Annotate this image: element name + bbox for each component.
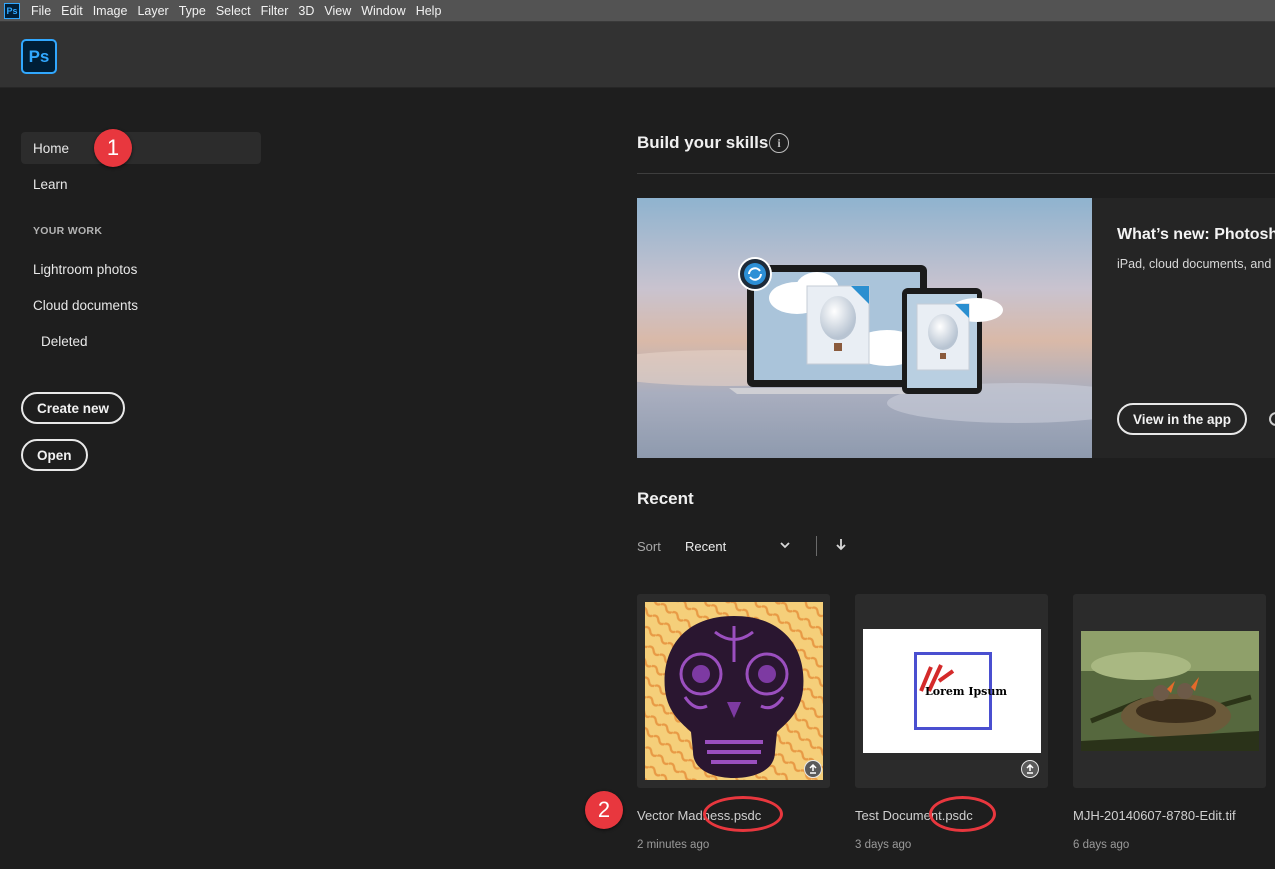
menu-view[interactable]: View — [319, 4, 356, 18]
menu-type[interactable]: Type — [174, 4, 211, 18]
devices-illustration — [637, 198, 1092, 458]
sidebar-item-learn[interactable]: Learn — [21, 168, 261, 200]
menu-select[interactable]: Select — [211, 4, 256, 18]
info-icon[interactable]: i — [769, 133, 789, 153]
test-document-thumbnail: Lorem Ipsum — [863, 629, 1041, 753]
sidebar-section-your-work: YOUR WORK — [33, 225, 103, 237]
sidebar-item-label: Lightroom photos — [33, 261, 138, 277]
file-time-2: 3 days ago — [855, 839, 912, 851]
app-header: Ps — [0, 22, 1275, 88]
cloud-document-icon — [1021, 760, 1039, 778]
bird-nest-thumbnail — [1081, 631, 1259, 751]
sidebar-item-label: Home — [33, 140, 70, 156]
sidebar — [0, 88, 290, 869]
create-new-button[interactable]: Create new — [21, 392, 126, 424]
photoshop-logo[interactable]: Ps — [21, 39, 57, 74]
sidebar-item-label: Cloud documents — [33, 297, 139, 313]
sidebar-item-lightroom-photos[interactable]: Lightroom photos — [21, 253, 261, 285]
thumbnail-text: Lorem Ipsum — [925, 685, 1008, 698]
callout-badge-2: 2 — [585, 791, 623, 829]
open-button[interactable]: Open — [21, 439, 88, 471]
cloud-document-icon — [804, 760, 822, 778]
menu-edit[interactable]: Edit — [56, 4, 88, 18]
sort-label: Sort — [637, 539, 661, 554]
menu-help[interactable]: Help — [411, 4, 447, 18]
menu-window[interactable]: Window — [356, 4, 410, 18]
file-time-3: 6 days ago — [1073, 839, 1130, 851]
recent-file-card-3[interactable] — [1073, 594, 1266, 788]
menu-3d[interactable]: 3D — [293, 4, 319, 18]
whats-new-title: What’s new: Photosh — [1117, 226, 1275, 243]
sort-divider — [816, 536, 817, 556]
highlight-ring-psdc-2 — [929, 796, 996, 832]
menu-image[interactable]: Image — [88, 4, 133, 18]
photoshop-app-icon[interactable]: Ps — [4, 2, 20, 19]
whats-new-panel: What’s new: Photosh iPad, cloud document… — [1092, 198, 1275, 458]
menu-bar: Ps File Edit Image Layer Type Select Fil… — [0, 0, 1275, 22]
sidebar-item-cloud-documents[interactable]: Cloud documents — [21, 289, 261, 321]
whats-new-subtitle: iPad, cloud documents, and — [1117, 257, 1272, 271]
sidebar-item-home[interactable]: Home — [21, 132, 261, 164]
secondary-button-edge[interactable] — [1269, 412, 1275, 426]
arrow-down-icon[interactable] — [834, 537, 848, 553]
view-in-app-button[interactable]: View in the app — [1117, 403, 1248, 435]
recent-heading: Recent — [637, 489, 694, 508]
vector-madness-thumbnail — [645, 602, 823, 780]
recent-file-card-1[interactable] — [637, 594, 830, 788]
file-name-3[interactable]: MJH-20140607-8780-Edit.tif — [1073, 808, 1236, 823]
file-time-1: 2 minutes ago — [637, 839, 710, 851]
recent-file-card-2[interactable]: Lorem Ipsum — [855, 594, 1048, 788]
sidebar-item-label: Learn — [33, 176, 68, 192]
chevron-down-icon[interactable] — [778, 538, 792, 552]
sidebar-item-deleted[interactable]: Deleted — [21, 325, 261, 357]
sort-dropdown[interactable]: Recent — [685, 539, 726, 554]
section-divider — [637, 173, 1275, 174]
callout-badge-1: 1 — [94, 129, 132, 167]
menu-filter[interactable]: Filter — [256, 4, 294, 18]
sidebar-item-label: Deleted — [41, 333, 88, 349]
menu-file[interactable]: File — [26, 4, 56, 18]
menu-layer[interactable]: Layer — [132, 4, 173, 18]
build-your-skills-heading: Build your skills — [637, 133, 769, 152]
highlight-ring-psdc-1 — [703, 796, 783, 832]
whats-new-banner-image[interactable] — [637, 198, 1092, 458]
